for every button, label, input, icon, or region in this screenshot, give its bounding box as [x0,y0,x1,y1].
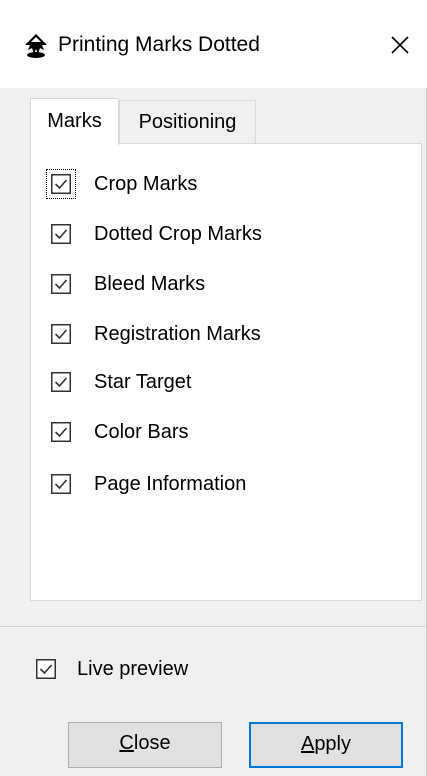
close-button[interactable]: Close [68,722,222,768]
tab-marks-label: Marks [47,110,102,132]
live-preview-label: Live preview [77,658,189,680]
marks-panel: Crop Marks Dotted Crop Marks Bleed Marks… [30,143,422,601]
apply-button-label: pply [314,733,352,755]
checkbox-checked-icon [51,174,71,194]
close-button-label: lose [133,732,171,754]
registration-marks-label: Registration Marks [94,323,261,345]
title-bar[interactable]: Printing Marks Dotted [0,0,427,88]
checkbox-checked-icon [51,324,71,344]
star-target-label: Star Target [94,371,192,393]
dialog-window: Printing Marks Dotted Marks Positioning … [0,0,427,776]
tab-positioning[interactable]: Positioning [119,100,256,144]
checkbox-checked-icon [51,372,71,392]
apply-button-mnemonic: A [300,733,315,755]
dotted-crop-marks-label: Dotted Crop Marks [94,223,262,245]
close-icon[interactable] [383,28,417,62]
crop-marks-label: Crop Marks [94,173,198,195]
checkbox-checked-icon [51,422,71,442]
bleed-marks-label: Bleed Marks [94,273,206,295]
checkbox-checked-icon [51,224,71,244]
checkbox-checked-icon [51,274,71,294]
close-button-mnemonic: C [119,732,134,754]
tab-positioning-label: Positioning [138,111,237,133]
divider [0,626,426,627]
inkscape-logo-icon [25,34,47,58]
apply-button[interactable]: Apply [249,722,403,768]
checkbox-checked-icon [51,474,71,494]
checkbox-checked-icon [36,659,56,679]
window-title: Printing Marks Dotted [58,33,260,56]
page-information-label: Page Information [94,473,247,495]
tab-marks[interactable]: Marks [30,98,119,146]
color-bars-label: Color Bars [94,421,189,443]
